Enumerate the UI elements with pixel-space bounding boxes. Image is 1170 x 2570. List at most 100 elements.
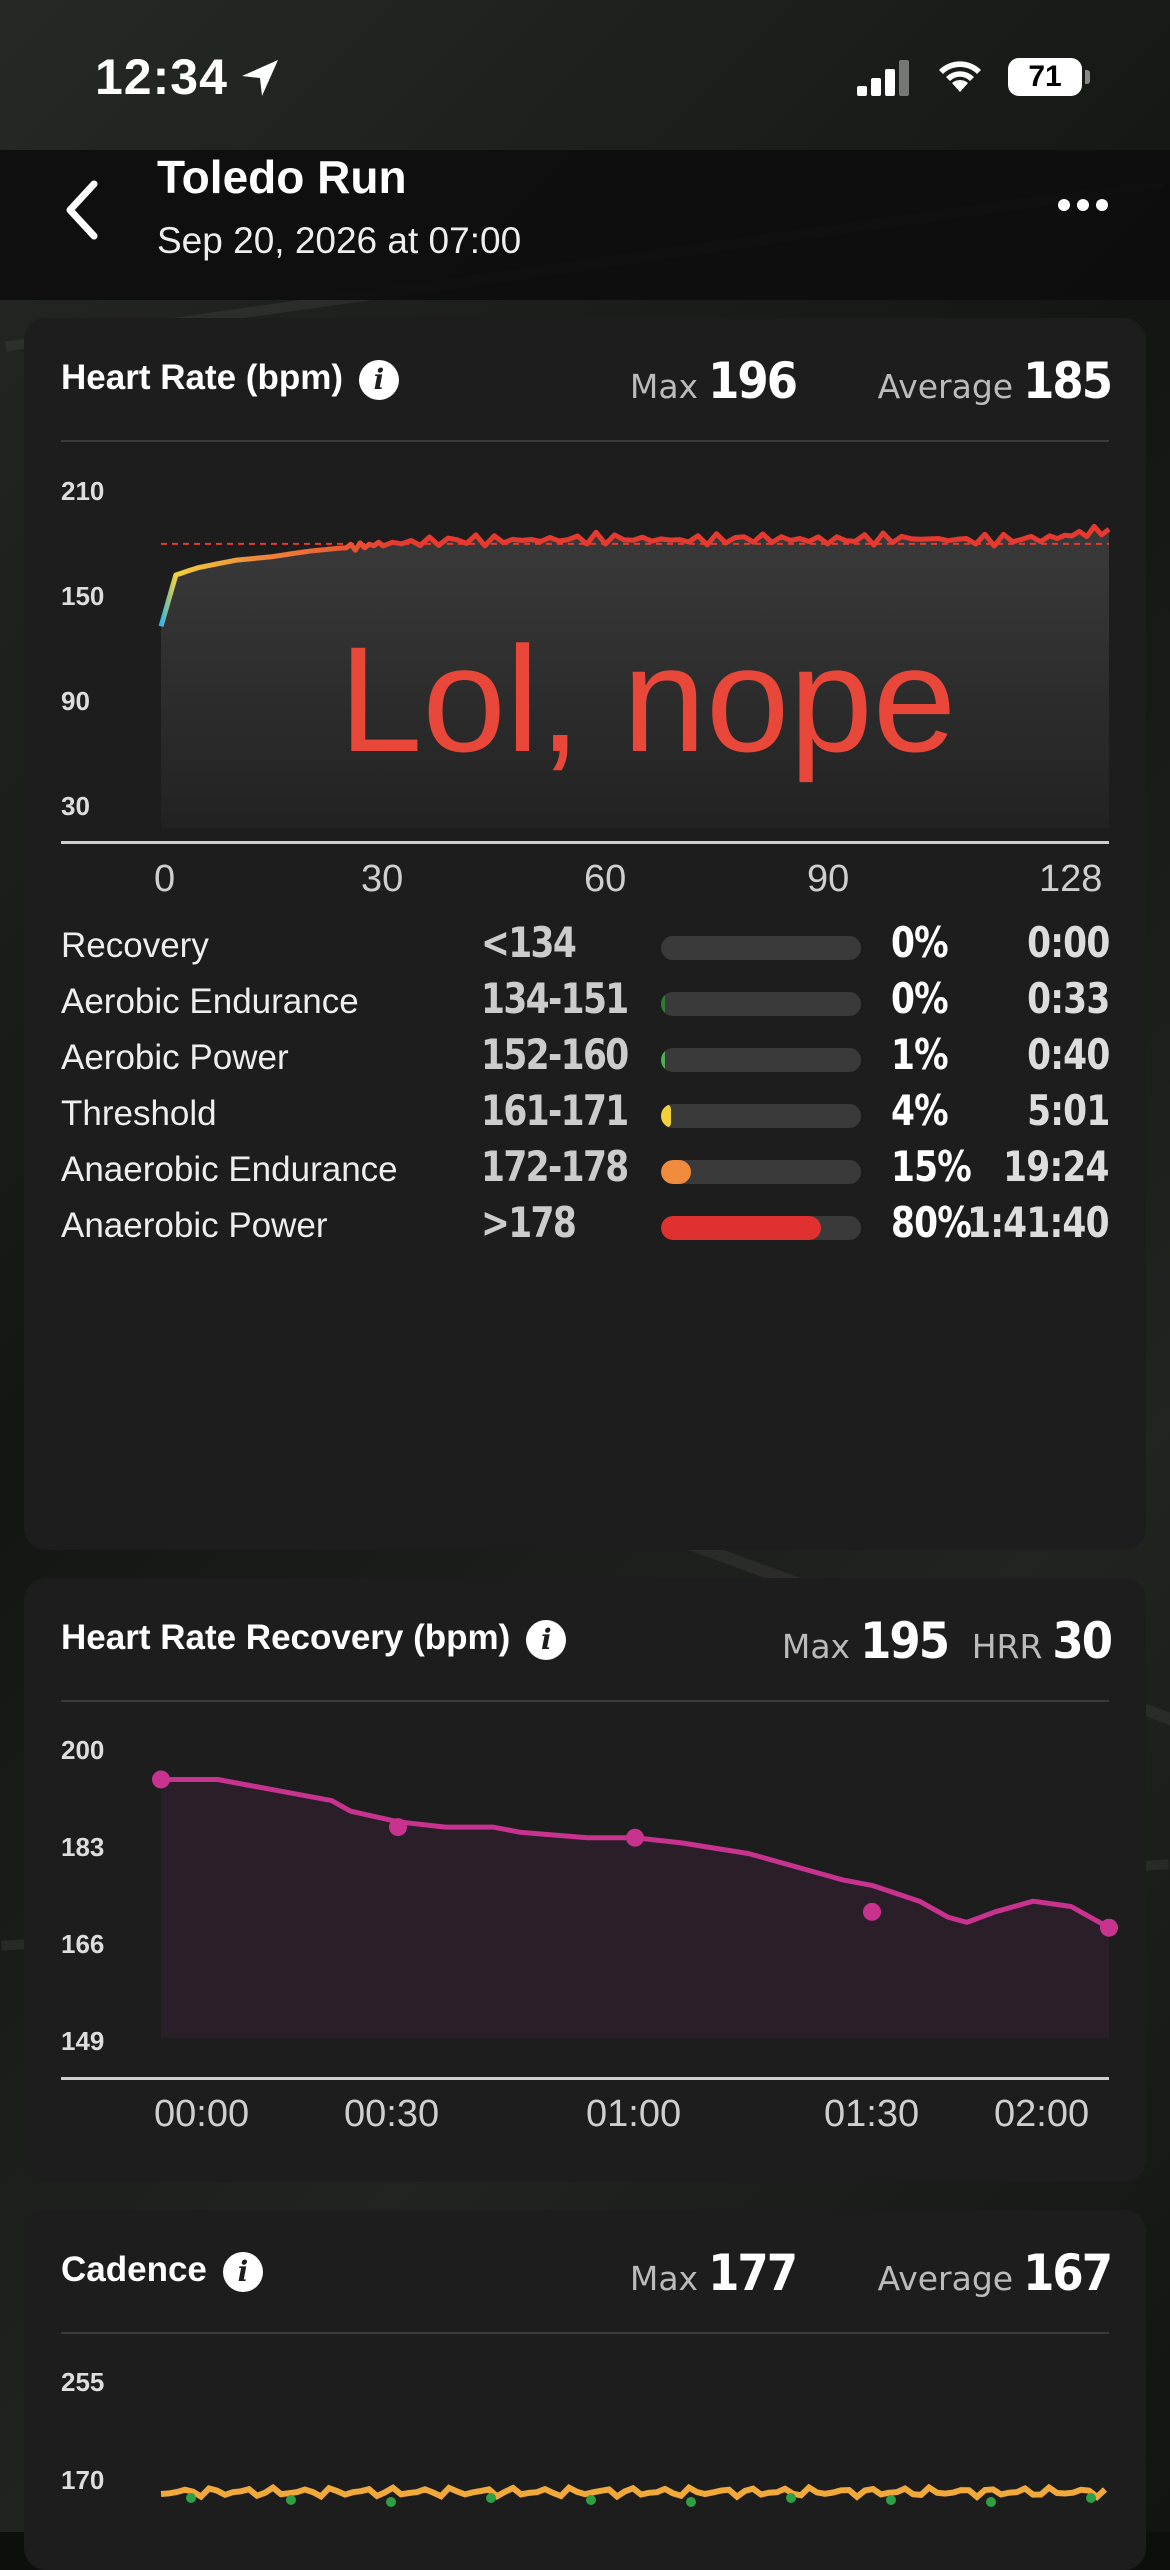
hr-x-tick: 30 [361, 858, 404, 900]
back-chevron-icon[interactable] [62, 180, 102, 240]
zone-range: >178 [481, 1198, 577, 1247]
overlay-text: Lol, nope [339, 615, 957, 783]
zone-percent: 0% [891, 918, 949, 967]
more-options-icon[interactable] [1058, 198, 1118, 218]
zone-bar [661, 992, 861, 1016]
hrr-max-stat: Max 195 [781, 1612, 950, 1670]
hrr-x-tick: 01:00 [586, 2093, 682, 2135]
hrr-max-label: Max [781, 1627, 851, 1666]
zone-bar-fill [661, 1104, 671, 1128]
zone-range: 152-160 [481, 1030, 629, 1079]
info-icon[interactable]: i [358, 359, 399, 400]
location-arrow-icon [242, 60, 278, 96]
zone-name: Recovery [61, 926, 209, 965]
zone-bar [661, 936, 861, 960]
cadence-average-label: Average [877, 2259, 1014, 2298]
cadence-y-tick: 255 [61, 2367, 105, 2397]
zone-percent: 4% [891, 1086, 949, 1135]
hrr-x-tick: 01:30 [824, 2093, 920, 2135]
hrr-value-stat: HRR 30 [971, 1612, 1113, 1670]
hrr-y-tick: 183 [61, 1832, 105, 1862]
cadence-point [686, 2497, 696, 2507]
hr-average-stat: Average 185 [878, 352, 1113, 410]
cadence-max-label: Max [629, 2259, 699, 2298]
hr-x-tick: 128 [1039, 858, 1103, 900]
cadence-point [886, 2495, 896, 2505]
zone-name: Aerobic Endurance [61, 982, 359, 1021]
hrr-title-text: Heart Rate Recovery (bpm) [61, 1618, 511, 1657]
zone-bar [661, 1160, 861, 1184]
cellular-signal-icon [857, 60, 909, 96]
zone-percent: 15% [891, 1142, 972, 1191]
zone-row: Recovery <134 0% 0:00 [61, 916, 1110, 976]
hr-y-tick: 150 [61, 581, 105, 611]
cadence-point [186, 2493, 196, 2503]
hrr-x-tick: 02:00 [994, 2093, 1090, 2135]
cadence-max-value: 177 [708, 2244, 798, 2302]
hr-x-tick: 0 [154, 858, 176, 900]
cadence-title-text: Cadence [61, 2250, 207, 2289]
cadence-title: Cadence i [61, 2250, 263, 2292]
hrr-point [626, 1828, 644, 1847]
cadence-point [1086, 2493, 1096, 2503]
hrr-point [863, 1902, 881, 1921]
zone-bar-fill [661, 1160, 691, 1184]
info-icon[interactable]: i [222, 2251, 263, 2292]
zone-bar [661, 1104, 861, 1128]
zone-range: 172-178 [481, 1142, 629, 1191]
hrr-label: HRR [971, 1627, 1043, 1666]
zone-duration: 19:24 [1003, 1142, 1109, 1191]
cadence-point [986, 2497, 996, 2507]
wifi-icon [939, 61, 981, 92]
battery-icon: 71 [1008, 58, 1090, 98]
info-icon[interactable]: i [526, 1619, 567, 1660]
hr-recovery-chart [152, 1770, 1118, 2038]
hr-y-tick: 90 [61, 686, 90, 716]
zone-bar [661, 1216, 861, 1240]
zone-duration: 0:40 [1026, 1030, 1110, 1079]
zone-row: Anaerobic Power >178 80% 1:41:40 [61, 1196, 1110, 1256]
hrr-point [152, 1770, 170, 1789]
hr-average-value: 185 [1023, 352, 1113, 410]
zone-row: Aerobic Power 152-160 1% 0:40 [61, 1028, 1110, 1088]
battery-level: 71 [1008, 58, 1082, 96]
zone-row: Aerobic Endurance 134-151 0% 0:33 [61, 972, 1110, 1032]
zone-bar-fill [661, 1216, 821, 1240]
cadence-point [286, 2495, 296, 2505]
cadence-line [160, 2483, 1108, 2501]
zone-name: Aerobic Power [61, 1038, 289, 1077]
zone-duration: 1:41:40 [967, 1198, 1109, 1247]
hrr-x-tick: 00:00 [154, 2093, 250, 2135]
hrr-max-value: 195 [860, 1612, 950, 1670]
hr-max-stat: Max 196 [629, 352, 798, 410]
cadence-point [486, 2493, 496, 2503]
hr-x-tick: 60 [584, 858, 627, 900]
zone-range: 134-151 [481, 974, 629, 1023]
zone-percent: 80% [891, 1198, 972, 1247]
hrr-value: 30 [1052, 1612, 1113, 1670]
hrr-title: Heart Rate Recovery (bpm) i [61, 1618, 567, 1660]
zone-range: 161-171 [481, 1086, 629, 1135]
hrr-y-tick: 149 [61, 2026, 105, 2056]
zone-name: Threshold [61, 1094, 217, 1133]
zone-row: Threshold 161-171 4% 5:01 [61, 1084, 1110, 1144]
heart-rate-title: Heart Rate (bpm) i [61, 358, 399, 400]
hr-x-tick: 90 [807, 858, 850, 900]
zone-range: <134 [481, 918, 577, 967]
cadence-average-stat: Average 167 [877, 2244, 1113, 2302]
cadence-chart [160, 2483, 1108, 2507]
zone-name: Anaerobic Power [61, 1206, 328, 1245]
cadence-card: Cadence i Max 177 Average 167 255 170 [24, 2210, 1146, 2570]
cadence-average-value: 167 [1023, 2244, 1113, 2302]
cadence-point [586, 2495, 596, 2505]
hrr-x-tick: 00:30 [344, 2093, 440, 2135]
hr-max-label: Max [629, 367, 699, 406]
activity-header: Toledo Run Sep 20, 2026 at 07:00 [0, 150, 1170, 300]
zone-percent: 1% [891, 1030, 949, 1079]
hr-max-value: 196 [708, 352, 798, 410]
cadence-max-stat: Max 177 [629, 2244, 798, 2302]
heart-rate-title-text: Heart Rate (bpm) [61, 358, 343, 397]
page-title: Toledo Run [157, 151, 407, 203]
zone-name: Anaerobic Endurance [61, 1150, 398, 1189]
zone-duration: 0:00 [1026, 918, 1110, 967]
